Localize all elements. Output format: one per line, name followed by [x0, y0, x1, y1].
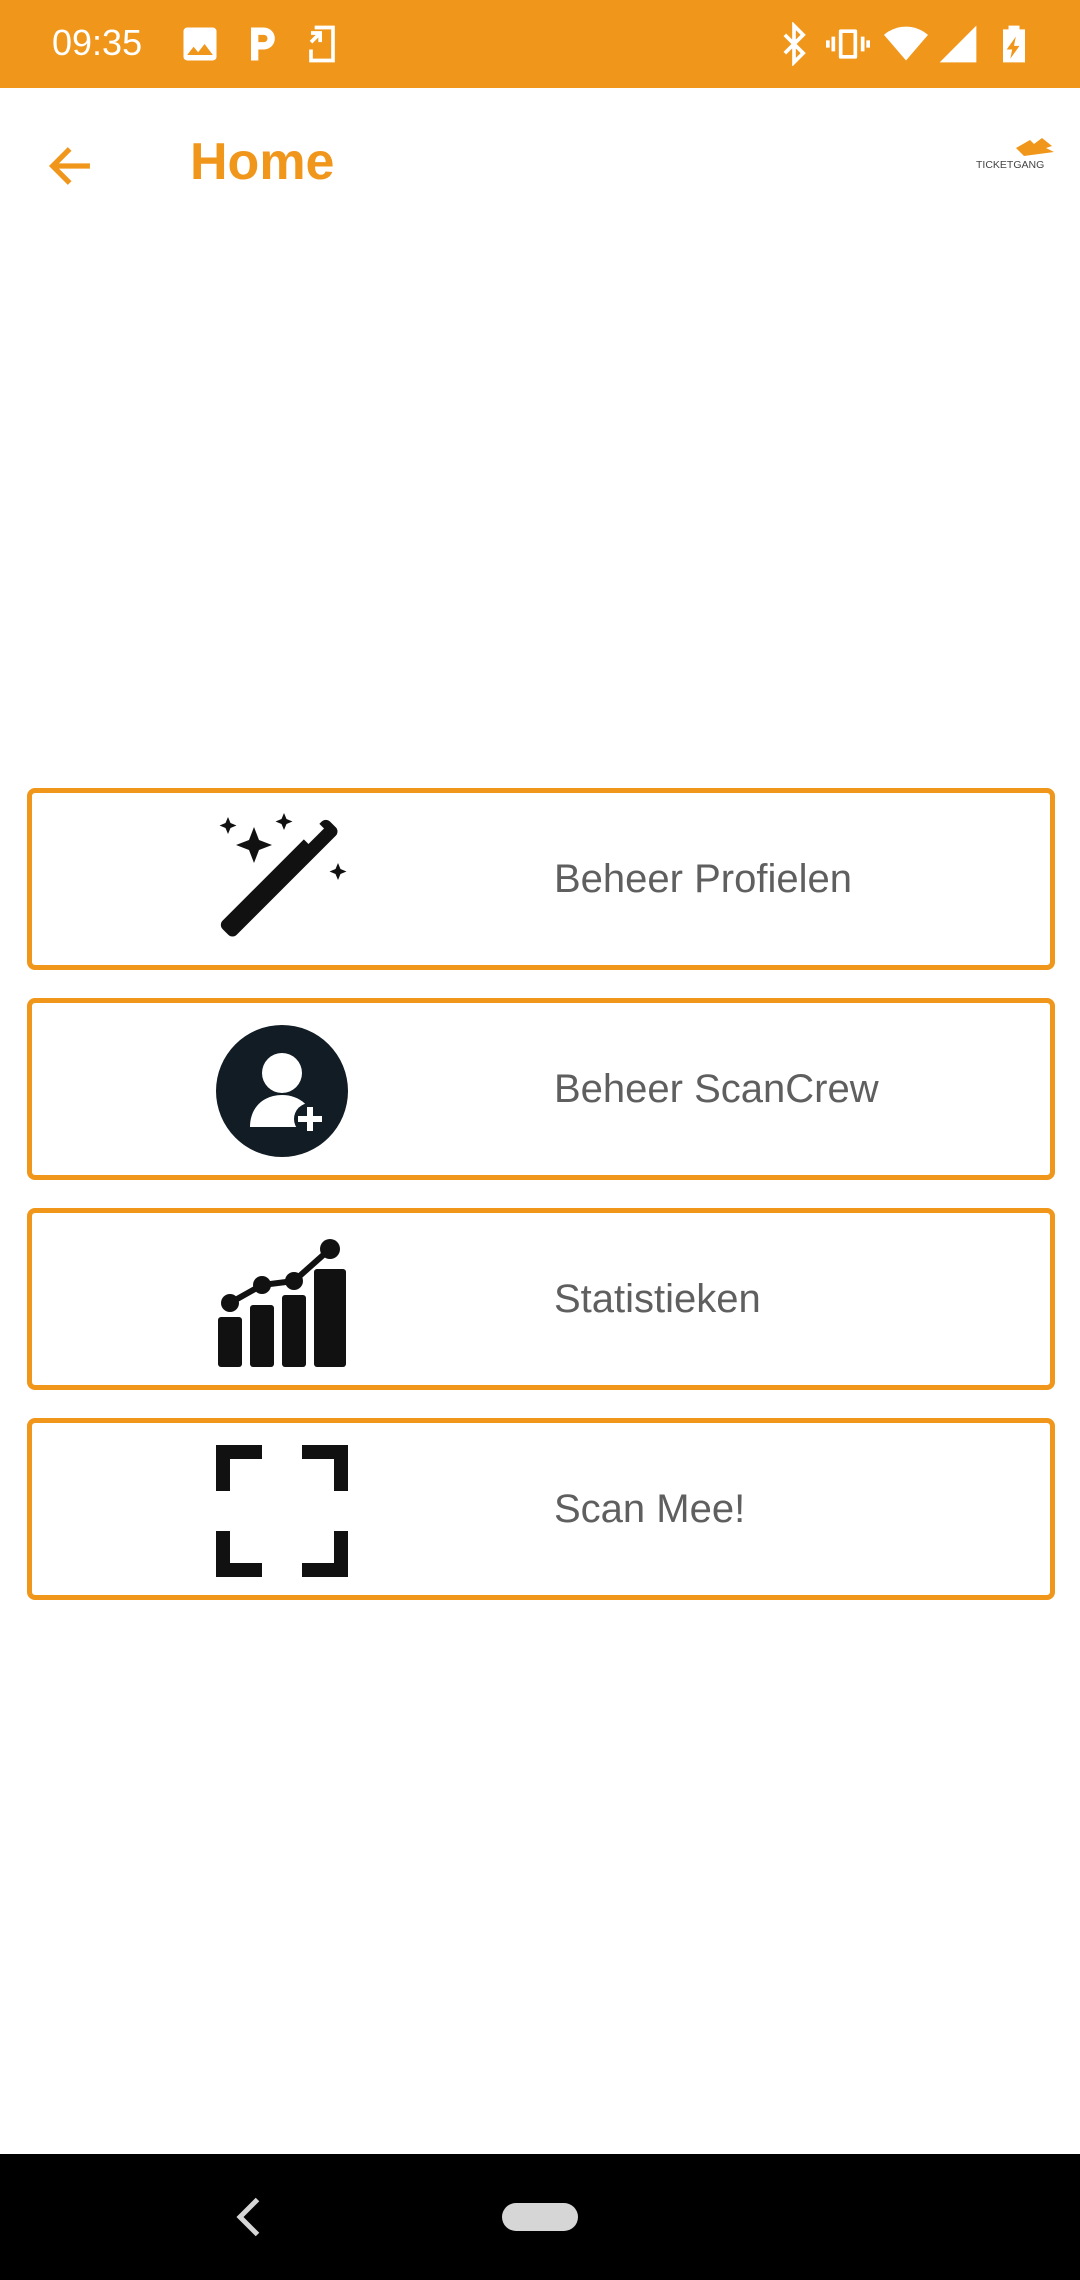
status-time: 09:35: [52, 22, 143, 63]
svg-text:TICKETGANG: TICKETGANG: [976, 159, 1044, 171]
menu-label: Statistieken: [554, 1277, 761, 1321]
image-icon: [183, 27, 217, 61]
page-title: Home: [190, 133, 335, 191]
cell-signal-icon: [939, 25, 977, 63]
home-pill-icon[interactable]: [502, 2203, 578, 2231]
wifi-icon: [884, 26, 928, 61]
app-bar: Home TICKETGANG: [0, 88, 1080, 238]
beheer-profielen-button[interactable]: Beheer Profielen: [27, 788, 1055, 970]
back-button[interactable]: [34, 130, 106, 202]
menu-label: Beheer ScanCrew: [554, 1067, 879, 1111]
battery-charging-icon: [1003, 25, 1025, 63]
scan-mee-button[interactable]: Scan Mee!: [27, 1418, 1055, 1600]
menu-label: Beheer Profielen: [554, 857, 852, 901]
ticketgang-logo: TICKETGANG: [976, 138, 1054, 171]
magic-wand-icon: [219, 813, 347, 937]
arrow-back-icon: [48, 147, 90, 185]
status-bar: 09:35: [0, 0, 1080, 88]
bluetooth-icon: [783, 22, 806, 66]
vibrate-icon: [826, 29, 870, 59]
chevron-left-icon[interactable]: [220, 2184, 280, 2250]
statistics-chart-icon: [218, 1239, 346, 1367]
parking-icon: [251, 27, 275, 61]
add-user-icon: [216, 1025, 348, 1157]
beheer-scancrew-button[interactable]: Beheer ScanCrew: [27, 998, 1055, 1180]
screen-cast-icon: [309, 25, 335, 63]
statistieken-button[interactable]: Statistieken: [27, 1208, 1055, 1390]
menu-label: Scan Mee!: [554, 1487, 746, 1531]
scan-frame-icon: [216, 1445, 348, 1577]
